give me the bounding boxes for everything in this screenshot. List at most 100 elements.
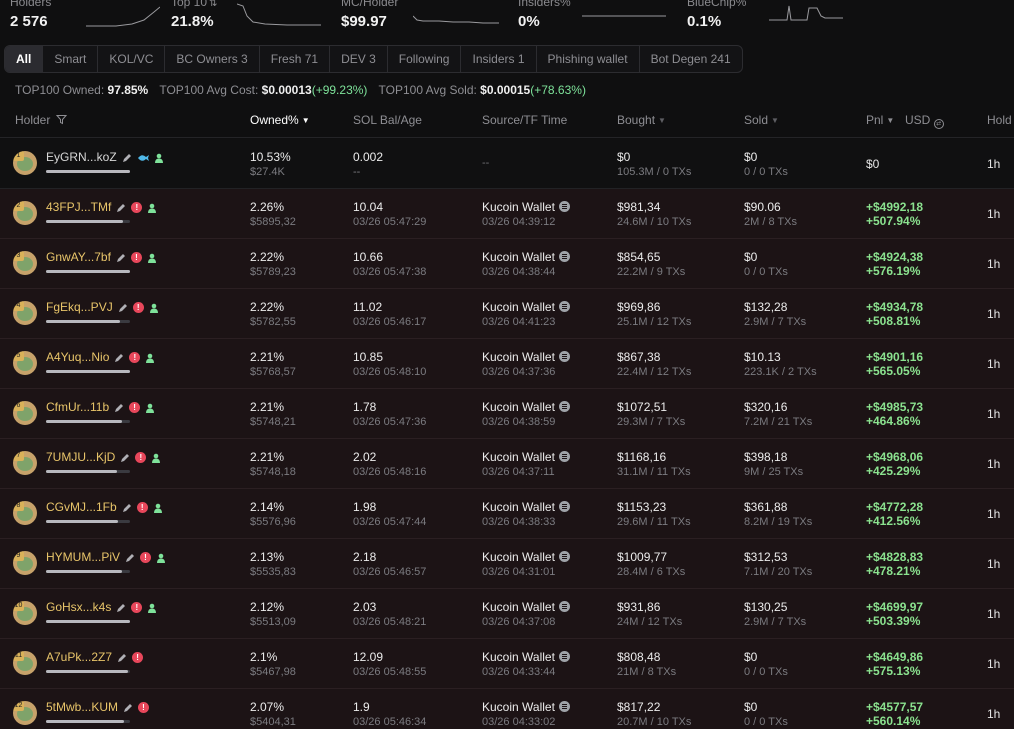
holder-address-text[interactable]: A7uPk...2Z7 — [46, 650, 112, 664]
wallet-icon[interactable] — [558, 451, 570, 462]
edit-icon[interactable] — [120, 453, 130, 463]
avatar[interactable]: 8 — [13, 501, 37, 525]
table-row[interactable]: 2 43FPJ...TMf! 2.26% $5895,32 10.04 03/2… — [0, 189, 1014, 239]
edit-icon[interactable] — [122, 503, 132, 513]
alert-icon[interactable]: ! — [136, 502, 148, 514]
holder-address-text[interactable]: A4Yuq...Nio — [46, 350, 109, 364]
col-pnl[interactable]: Pnl ▼ — [866, 113, 894, 127]
source-wallet-label[interactable]: Kucoin Wallet — [482, 600, 555, 614]
holder-address[interactable]: A7uPk...2Z7! — [46, 650, 144, 664]
tab-fresh[interactable]: Fresh 71 — [260, 46, 331, 72]
source-wallet[interactable]: Kucoin Wallet — [482, 450, 570, 464]
user-icon[interactable] — [147, 603, 157, 613]
table-row[interactable]: 5 A4Yuq...Nio! 2.21% $5768,57 10.85 03/2… — [0, 339, 1014, 389]
avatar[interactable]: 11 — [13, 651, 37, 675]
avatar[interactable]: 12 — [13, 701, 37, 725]
user-icon[interactable] — [147, 203, 157, 213]
source-wallet-label[interactable]: Kucoin Wallet — [482, 450, 555, 464]
holder-address[interactable]: GoHsx...k4s! — [46, 600, 157, 614]
avatar[interactable]: 1 — [13, 151, 37, 175]
source-wallet[interactable]: Kucoin Wallet — [482, 350, 570, 364]
edit-icon[interactable] — [118, 303, 128, 313]
alert-icon[interactable]: ! — [131, 202, 143, 214]
holder-address[interactable]: FgEkq...PVJ! — [46, 300, 159, 314]
sort-arrows-icon[interactable]: ⇅ — [209, 0, 217, 9]
col-source[interactable]: Source/TF Time — [482, 113, 567, 127]
source-wallet[interactable]: Kucoin Wallet — [482, 550, 570, 564]
source-wallet[interactable]: Kucoin Wallet — [482, 500, 570, 514]
currency-toggle[interactable]: USD ⇄ — [905, 113, 944, 129]
col-bought[interactable]: Bought ▼ — [617, 113, 666, 127]
alert-icon[interactable]: ! — [135, 452, 147, 464]
sort-icon[interactable]: ▼ — [771, 116, 779, 125]
source-wallet-label[interactable]: Kucoin Wallet — [482, 700, 555, 714]
table-row[interactable]: 10 GoHsx...k4s! 2.12% $5513,09 2.03 03/2… — [0, 589, 1014, 639]
source-wallet[interactable]: Kucoin Wallet — [482, 250, 570, 264]
edit-icon[interactable] — [122, 153, 132, 163]
user-icon[interactable] — [154, 153, 164, 163]
wallet-icon[interactable] — [558, 601, 570, 612]
wallet-icon[interactable] — [558, 501, 570, 512]
sort-icon[interactable]: ▼ — [658, 116, 666, 125]
user-icon[interactable] — [149, 303, 159, 313]
edit-icon[interactable] — [114, 403, 124, 413]
table-row[interactable]: 11 A7uPk...2Z7! 2.1% $5467,98 12.09 03/2… — [0, 639, 1014, 689]
col-holder[interactable]: Holder — [15, 113, 67, 127]
avatar[interactable]: 2 — [13, 201, 37, 225]
holder-address-text[interactable]: 5tMwb...KUM — [46, 700, 118, 714]
alert-icon[interactable]: ! — [138, 702, 150, 714]
swap-icon[interactable]: ⇄ — [933, 119, 944, 129]
source-wallet[interactable]: Kucoin Wallet — [482, 300, 570, 314]
holder-address[interactable]: EyGRN...koZ — [46, 150, 164, 164]
table-row[interactable]: 7 7UMJU...KjD! 2.21% $5748,18 2.02 03/26… — [0, 439, 1014, 489]
tab-smart[interactable]: Smart — [43, 46, 99, 72]
alert-icon[interactable]: ! — [131, 602, 143, 614]
tab-phishing-wallet[interactable]: Phishing wallet — [537, 46, 640, 72]
source-wallet-label[interactable]: Kucoin Wallet — [482, 400, 555, 414]
avatar[interactable]: 10 — [13, 601, 37, 625]
holder-address-text[interactable]: GoHsx...k4s — [46, 600, 111, 614]
edit-icon[interactable] — [123, 703, 133, 713]
tab-following[interactable]: Following — [388, 46, 462, 72]
edit-icon[interactable] — [116, 253, 126, 263]
source-wallet-label[interactable]: Kucoin Wallet — [482, 250, 555, 264]
col-sold[interactable]: Sold ▼ — [744, 113, 779, 127]
wallet-icon[interactable] — [558, 301, 570, 312]
holder-address-text[interactable]: FgEkq...PVJ — [46, 300, 113, 314]
source-wallet-label[interactable]: -- — [482, 157, 489, 169]
source-wallet[interactable]: Kucoin Wallet — [482, 650, 570, 664]
holder-address[interactable]: 43FPJ...TMf! — [46, 200, 157, 214]
edit-icon[interactable] — [116, 203, 126, 213]
holder-address[interactable]: 7UMJU...KjD! — [46, 450, 161, 464]
edit-icon[interactable] — [117, 653, 127, 663]
edit-icon[interactable] — [125, 553, 135, 563]
source-wallet-label[interactable]: Kucoin Wallet — [482, 500, 555, 514]
wallet-icon[interactable] — [558, 401, 570, 412]
filter-icon[interactable] — [55, 114, 67, 125]
wallet-icon[interactable] — [558, 701, 570, 712]
alert-icon[interactable]: ! — [129, 352, 141, 364]
avatar[interactable]: 5 — [13, 351, 37, 375]
tab-kol-vc[interactable]: KOL/VC — [98, 46, 166, 72]
alert-icon[interactable]: ! — [130, 252, 142, 264]
source-wallet-label[interactable]: Kucoin Wallet — [482, 300, 555, 314]
source-wallet[interactable]: Kucoin Wallet — [482, 700, 570, 714]
table-row[interactable]: 3 GnwAY...7bf! 2.22% $5789,23 10.66 03/2… — [0, 239, 1014, 289]
source-wallet[interactable]: -- — [482, 157, 489, 169]
user-icon[interactable] — [147, 253, 157, 263]
holder-address[interactable]: 5tMwb...KUM! — [46, 700, 150, 714]
holder-address[interactable]: HYMUM...PiV! — [46, 550, 166, 564]
table-row[interactable]: 1 EyGRN...koZ 10.53% $27.4K 0.002 -- -- … — [0, 139, 1014, 189]
holder-address[interactable]: CGvMJ...1Fb! — [46, 500, 163, 514]
tab-bot-degen[interactable]: Bot Degen 241 — [640, 46, 742, 72]
user-icon[interactable] — [156, 553, 166, 563]
avatar[interactable]: 9 — [13, 551, 37, 575]
wallet-icon[interactable] — [558, 651, 570, 662]
tab-bc-owners[interactable]: BC Owners 3 — [165, 46, 260, 72]
holder-address-text[interactable]: GnwAY...7bf — [46, 250, 111, 264]
fish-icon[interactable] — [137, 153, 149, 163]
holder-address-text[interactable]: CfmUr...11b — [46, 400, 109, 414]
alert-icon[interactable]: ! — [132, 302, 144, 314]
holder-address-text[interactable]: EyGRN...koZ — [46, 150, 117, 164]
source-wallet-label[interactable]: Kucoin Wallet — [482, 650, 555, 664]
